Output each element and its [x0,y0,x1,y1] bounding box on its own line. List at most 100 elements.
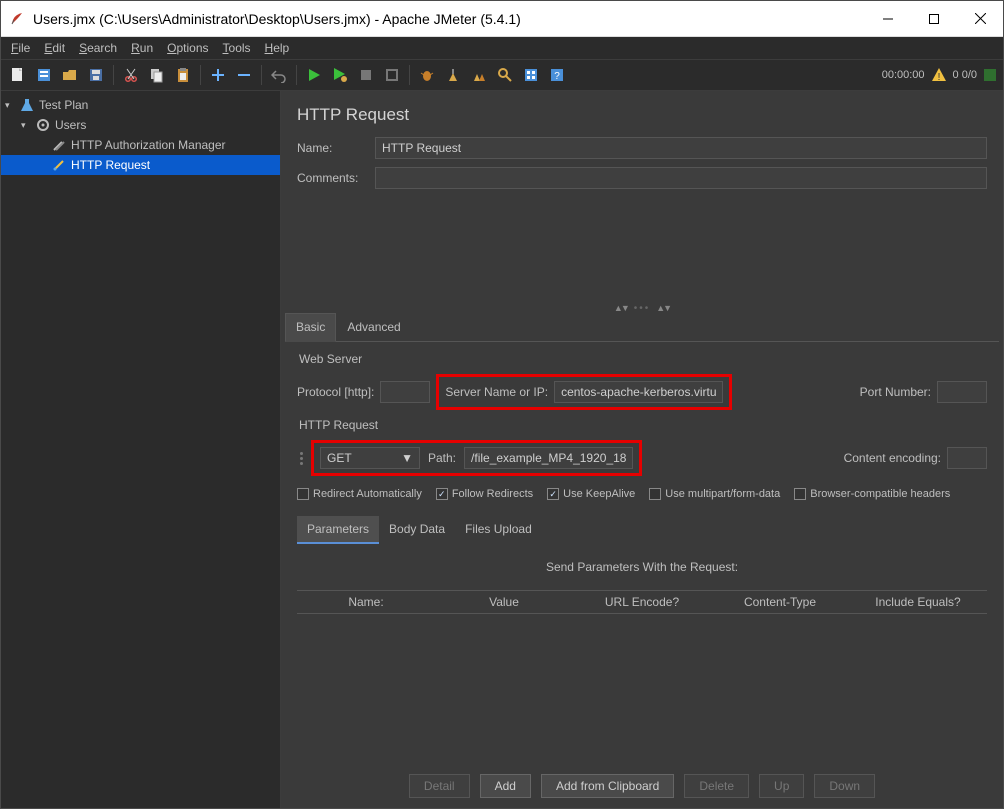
svg-text:!: ! [937,72,940,83]
thread-counts: 0 0/0 [953,69,977,81]
add-button[interactable]: Add [480,774,531,798]
button-bar: Detail Add Add from Clipboard Delete Up … [281,764,1003,808]
flask-icon [19,97,35,113]
config-tabs: Basic Advanced [285,313,999,342]
server-highlight: Server Name or IP: [436,374,732,410]
undo-icon[interactable] [268,64,290,86]
tree-node-http-request[interactable]: HTTP Request [1,155,280,175]
menu-help[interactable]: Help [259,39,296,57]
port-input[interactable] [937,381,987,403]
new-icon[interactable] [7,64,29,86]
port-label: Port Number: [860,385,931,399]
menu-edit[interactable]: Edit [38,39,71,57]
webserver-legend: Web Server [299,352,987,366]
gear-icon [35,117,51,133]
warning-icon: ! [931,67,947,83]
menu-run[interactable]: Run [125,39,159,57]
menubar: File Edit Search Run Options Tools Help [1,37,1003,59]
menu-file[interactable]: File [5,39,36,57]
params-table-header: Name: Value URL Encode? Content-Type Inc… [297,590,987,614]
comments-input[interactable] [375,167,987,189]
follow-redirects-checkbox[interactable]: Follow Redirects [436,488,533,500]
panel-title: HTTP Request [281,91,1003,133]
tree-node-test-plan[interactable]: ▾ Test Plan [1,95,280,115]
path-input[interactable] [464,447,633,469]
close-button[interactable] [957,1,1003,37]
method-select[interactable]: GET ▼ [320,447,420,469]
tab-advanced[interactable]: Advanced [336,313,411,341]
path-label: Path: [428,451,456,465]
down-button[interactable]: Down [814,774,875,798]
subtab-body-data[interactable]: Body Data [379,516,455,544]
subtab-files-upload[interactable]: Files Upload [455,516,542,544]
remove-icon[interactable] [233,64,255,86]
maximize-button[interactable] [911,1,957,37]
param-tabs: Parameters Body Data Files Upload [297,516,987,544]
drag-handle-icon[interactable] [297,452,305,465]
subtab-parameters[interactable]: Parameters [297,516,379,544]
window-title: Users.jmx (C:\Users\Administrator\Deskto… [33,11,865,27]
paste-icon[interactable] [172,64,194,86]
encoding-label: Content encoding: [844,451,941,465]
server-input[interactable] [554,381,723,403]
menu-search[interactable]: Search [73,39,123,57]
bug-icon[interactable] [416,64,438,86]
menu-options[interactable]: Options [161,39,214,57]
help-icon[interactable]: ? [546,64,568,86]
th-name: Name: [297,595,435,609]
start-icon[interactable] [303,64,325,86]
keepalive-checkbox[interactable]: Use KeepAlive [547,488,635,500]
delete-button[interactable]: Delete [684,774,749,798]
titlebar: Users.jmx (C:\Users\Administrator\Deskto… [1,1,1003,37]
elapsed-time: 00:00:00 [882,69,925,81]
templates-icon[interactable] [33,64,55,86]
test-plan-tree[interactable]: ▾ Test Plan ▾ Users HTTP Authorization M… [1,91,281,808]
th-url-encode: URL Encode? [573,595,711,609]
status-area: 00:00:00 ! 0 0/0 [882,67,997,83]
browser-compat-checkbox[interactable]: Browser-compatible headers [794,488,950,500]
clear-icon[interactable] [442,64,464,86]
th-include-equals: Include Equals? [849,595,987,609]
redirect-auto-checkbox[interactable]: Redirect Automatically [297,488,422,500]
stop-icon[interactable] [355,64,377,86]
svg-text:?: ? [554,71,560,82]
function-helper-icon[interactable] [520,64,542,86]
add-clipboard-button[interactable]: Add from Clipboard [541,774,674,798]
toolbar: ? 00:00:00 ! 0 0/0 [1,59,1003,91]
detail-button[interactable]: Detail [409,774,470,798]
encoding-input[interactable] [947,447,987,469]
tab-basic[interactable]: Basic [285,313,336,342]
active-indicator-icon [983,68,997,82]
server-label: Server Name or IP: [445,385,548,399]
comments-label: Comments: [297,171,367,185]
params-title: Send Parameters With the Request: [297,552,987,582]
name-label: Name: [297,141,367,155]
save-icon[interactable] [85,64,107,86]
start-no-pause-icon[interactable] [329,64,351,86]
splitter[interactable]: ▲▼•••▲▼ [281,303,1003,313]
editor-panel: HTTP Request Name: Comments: ▲▼•••▲▼ Bas… [281,91,1003,808]
wrench-icon [51,137,67,153]
protocol-input[interactable] [380,381,430,403]
th-content-type: Content-Type [711,595,849,609]
up-button[interactable]: Up [759,774,804,798]
menu-tools[interactable]: Tools [217,39,257,57]
tree-node-auth-manager[interactable]: HTTP Authorization Manager [1,135,280,155]
clear-all-icon[interactable] [468,64,490,86]
cut-icon[interactable] [120,64,142,86]
protocol-label: Protocol [http]: [297,385,374,399]
open-icon[interactable] [59,64,81,86]
shutdown-icon[interactable] [381,64,403,86]
chevron-down-icon: ▼ [401,451,413,465]
path-highlight: GET ▼ Path: [311,440,642,476]
tree-node-users[interactable]: ▾ Users [1,115,280,135]
jmeter-icon [9,11,25,27]
add-icon[interactable] [207,64,229,86]
name-input[interactable] [375,137,987,159]
params-table-body[interactable] [281,618,1003,764]
multipart-checkbox[interactable]: Use multipart/form-data [649,488,780,500]
copy-icon[interactable] [146,64,168,86]
search-icon[interactable] [494,64,516,86]
pipette-icon [51,157,67,173]
minimize-button[interactable] [865,1,911,37]
